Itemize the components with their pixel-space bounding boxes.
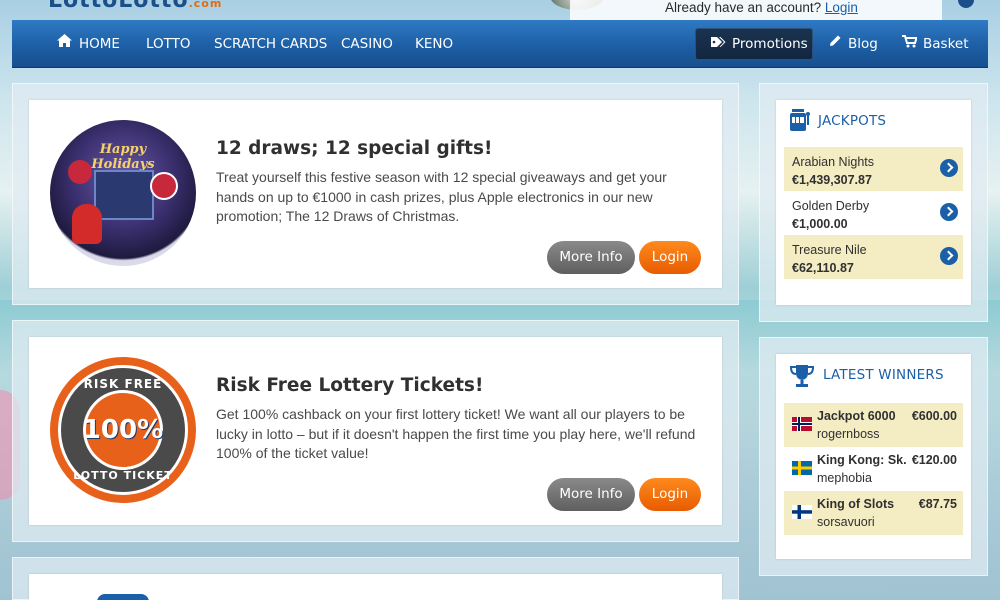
nav-label-promotions: Promotions [732, 36, 808, 52]
logo-text: LottoLotto [48, 0, 189, 13]
login-button[interactable]: Login [639, 478, 701, 511]
jackpot-row[interactable]: Arabian Nights €1,439,307.87 [784, 147, 963, 191]
pencil-icon [828, 20, 842, 68]
nav-item-scratch-cards[interactable]: SCRATCH CARDS [214, 20, 327, 68]
nav-item-blog[interactable]: Blog [828, 20, 878, 68]
trophy-icon [788, 363, 816, 394]
promo-title: Risk Free Lottery Tickets! [216, 375, 484, 396]
header-login-link[interactable]: Login [825, 0, 858, 15]
badge-top-text: RISK FREE [83, 377, 163, 391]
account-prompt-text: Already have an account? [665, 0, 822, 15]
badge-percent-text: 100% [82, 415, 164, 445]
winner-game: Jackpot 6000 [817, 409, 896, 423]
winner-username: mephobia [817, 471, 872, 485]
badge-bottom-text: LOTTO TICKET [73, 469, 173, 482]
holiday-image-caption: Happy Holidays [91, 142, 155, 172]
winner-username: rogernboss [817, 427, 880, 441]
account-icon[interactable] [958, 0, 974, 8]
jackpot-row[interactable]: Golden Derby €1,000.00 [784, 191, 963, 235]
nav-item-home[interactable]: HOME [56, 20, 120, 68]
chevron-right-icon[interactable] [940, 159, 958, 177]
nav-item-basket[interactable]: Basket [902, 20, 969, 68]
jackpot-name: Treasure Nile [792, 243, 867, 257]
nav-item-keno[interactable]: KENO [415, 20, 453, 68]
jackpot-amount: €1,439,307.87 [792, 173, 872, 187]
sweden-flag-icon [792, 461, 812, 475]
jackpot-amount: €1,000.00 [792, 217, 848, 231]
nav-label-home: HOME [79, 36, 120, 52]
jackpot-row[interactable]: Treasure Nile €62,110.87 [784, 235, 963, 279]
winner-username: sorsavuori [817, 515, 875, 529]
main-nav: HOME LOTTO SCRATCH CARDS CASINO KENO Pro… [12, 20, 988, 68]
norway-flag-icon [792, 417, 812, 431]
winner-amount: €600.00 [911, 409, 957, 423]
chevron-right-icon[interactable] [940, 203, 958, 221]
jackpot-name: Arabian Nights [792, 155, 874, 169]
nav-label-keno: KENO [415, 36, 454, 52]
winner-amount: €87.75 [918, 497, 957, 511]
top-header: LottoLotto.com Already have an account? … [0, 0, 1000, 20]
winner-row[interactable]: King of Slots €87.75 sorsavuori [784, 491, 963, 535]
site-logo[interactable]: LottoLotto.com [48, 0, 222, 13]
santa-graphic [72, 204, 102, 244]
promo-card-1: Happy Holidays 12 draws; 12 special gift… [29, 100, 722, 288]
tag-icon [710, 29, 726, 59]
risk-free-badge-image: RISK FREE 100% LOTTO TICKET [50, 357, 196, 503]
promo-title: 12 draws; 12 special gifts! [216, 138, 493, 159]
chevron-right-icon[interactable] [940, 247, 958, 265]
nav-label-basket: Basket [923, 36, 969, 52]
winner-game: King of Slots [817, 497, 895, 511]
nav-item-lotto[interactable]: LOTTO [146, 20, 191, 68]
nav-label-blog: Blog [848, 36, 878, 52]
home-icon [56, 20, 73, 68]
winner-amount: €120.00 [911, 453, 957, 467]
promo-description: Treat yourself this festive season with … [216, 169, 667, 224]
promo-description: Get 100% cashback on your first lottery … [216, 406, 696, 461]
badge-graphic [150, 172, 178, 200]
jackpot-name: Golden Derby [792, 199, 870, 213]
winner-game: King Kong: Sk... [817, 453, 907, 467]
cart-icon [902, 20, 918, 68]
more-info-button[interactable]: More Info [547, 241, 635, 274]
promo-card-3 [29, 574, 722, 600]
slot-machine-icon [788, 109, 810, 138]
winner-row[interactable]: Jackpot 6000 €600.00 rogernboss [784, 403, 963, 447]
more-info-button[interactable]: More Info [547, 478, 635, 511]
promo-image-partial [97, 594, 149, 600]
account-prompt: Already have an account? Login [665, 0, 858, 16]
jackpot-amount: €62,110.87 [792, 261, 854, 275]
nav-label-scratch-cards: SCRATCH CARDS [214, 36, 328, 52]
badge-graphic [68, 160, 92, 184]
promo-card-2: RISK FREE 100% LOTTO TICKET Risk Free Lo… [29, 337, 722, 525]
finland-flag-icon [792, 505, 812, 519]
login-button[interactable]: Login [639, 241, 701, 274]
winner-row[interactable]: King Kong: Sk... €120.00 mephobia [784, 447, 963, 491]
slot-screen-graphic [94, 170, 154, 220]
nav-promotions-button[interactable]: Promotions [695, 28, 813, 60]
logo-domain: .com [188, 0, 223, 10]
jackpots-title: JACKPOTS [818, 113, 887, 129]
holiday-promo-image: Happy Holidays [50, 120, 196, 266]
nav-label-lotto: LOTTO [146, 36, 191, 52]
winners-title: LATEST WINNERS [823, 367, 944, 383]
nav-item-casino[interactable]: CASINO [341, 20, 393, 68]
nav-label-casino: CASINO [341, 36, 393, 52]
